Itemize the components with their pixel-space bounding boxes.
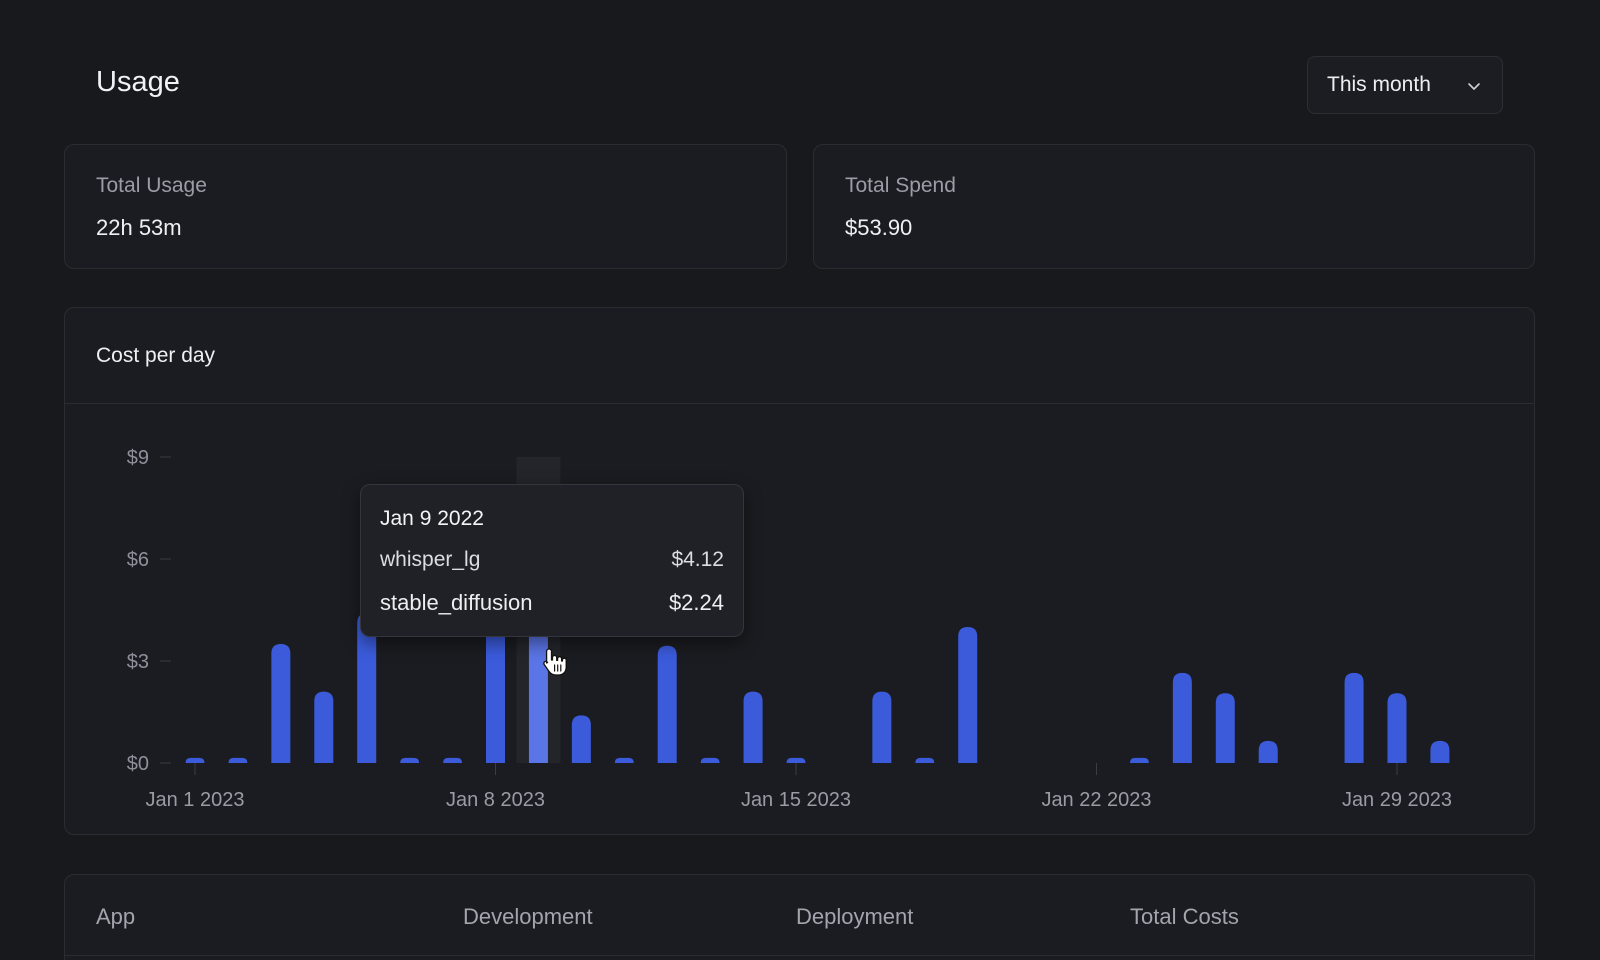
tooltip-series-value: $2.24 <box>668 590 724 615</box>
bar-day-3 <box>271 644 291 763</box>
page-title: Usage <box>96 66 180 98</box>
usage-page: Usage This month Total Usage 22h 53m Tot… <box>0 0 1600 960</box>
period-select-value: This month <box>1327 73 1431 96</box>
hand-pointer-cursor-icon <box>543 648 567 676</box>
apps-cost-table: App Development Deployment Total Costs <box>64 874 1535 960</box>
column-header-deployment[interactable]: Deployment <box>796 904 913 930</box>
tooltip-date: Jan 9 2022 <box>380 507 484 530</box>
total-spend-card: Total Spend $53.90 <box>813 144 1535 269</box>
bar-day-24 <box>1172 672 1192 763</box>
cost-per-day-card: Cost per day $0 $3 $6 $9 Jan 1 2023 Jan 8 202… <box>64 307 1535 835</box>
x-tick-label: Jan 1 2023 <box>146 789 245 811</box>
total-usage-label: Total Usage <box>96 174 207 197</box>
bar-day-19 <box>958 627 978 763</box>
bar-day-23 <box>1129 757 1149 763</box>
bar-day-26 <box>1258 740 1278 763</box>
total-spend-label: Total Spend <box>845 174 956 197</box>
bar-day-15 <box>786 757 806 763</box>
bar-day-4 <box>314 691 334 763</box>
table-header-divider <box>65 955 1534 956</box>
bar-day-17 <box>872 691 892 763</box>
tooltip-row: whisper_lg $4.12 <box>380 548 724 572</box>
x-tick-label: Jan 15 2023 <box>741 789 851 811</box>
tooltip-series-name: stable_diffusion <box>380 590 533 615</box>
bar-day-13 <box>700 757 720 763</box>
bar-day-6 <box>400 757 420 763</box>
bar-day-12 <box>657 645 677 763</box>
bar-day-25 <box>1215 693 1235 763</box>
y-tick-label: $0 <box>127 753 149 775</box>
column-header-total-costs[interactable]: Total Costs <box>1130 904 1239 930</box>
y-tick-label: $3 <box>127 651 149 673</box>
bar-day-1 <box>185 757 205 763</box>
tooltip-series-name: whisper_lg <box>380 548 481 571</box>
bar-day-11 <box>614 757 634 763</box>
tooltip-series-value: $4.12 <box>671 548 724 571</box>
bar-day-7 <box>443 757 463 763</box>
column-header-development[interactable]: Development <box>463 904 593 930</box>
bar-day-18 <box>915 757 935 763</box>
total-usage-card: Total Usage 22h 53m <box>64 144 787 269</box>
bar-day-30 <box>1430 740 1450 763</box>
bar-day-14 <box>743 691 763 763</box>
bar-day-8 <box>486 623 505 763</box>
bar-day-28 <box>1344 672 1364 763</box>
cost-per-day-chart: $0 $3 $6 $9 Jan 1 2023 Jan 8 2023 Jan 15 2023 J… <box>127 447 1452 811</box>
column-header-app[interactable]: App <box>96 904 135 930</box>
period-select[interactable]: This month <box>1307 56 1503 114</box>
bar-day-10 <box>571 715 591 763</box>
tooltip-row: stable_diffusion $2.24 <box>380 590 724 616</box>
total-spend-value: $53.90 <box>845 215 913 240</box>
bar-day-29 <box>1387 693 1407 763</box>
bar-day-2 <box>228 757 248 763</box>
x-tick-label: Jan 8 2023 <box>446 789 545 811</box>
total-usage-value: 22h 53m <box>96 215 182 240</box>
x-tick-label: Jan 22 2023 <box>1041 789 1151 811</box>
chart-title: Cost per day <box>96 344 216 367</box>
chevron-down-icon <box>1468 83 1480 90</box>
x-tick-label: Jan 29 2023 <box>1342 789 1452 811</box>
y-tick-label: $9 <box>127 447 149 469</box>
y-tick-label: $6 <box>127 549 149 571</box>
chart-tooltip: Jan 9 2022 whisper_lg $4.12 stable_diffu… <box>360 484 744 637</box>
